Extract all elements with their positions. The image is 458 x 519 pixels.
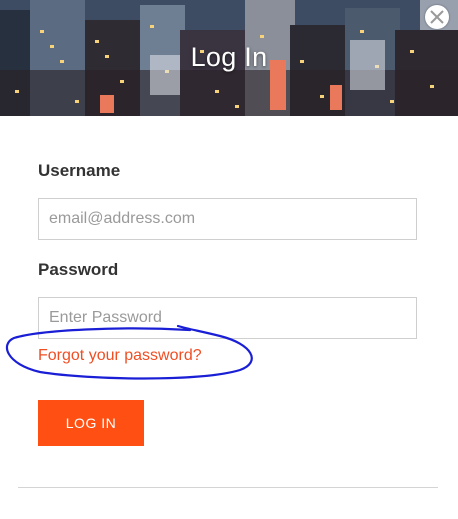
forgot-password-link[interactable]: Forgot your password? [38, 347, 202, 365]
close-icon [430, 10, 444, 24]
password-input[interactable] [38, 297, 417, 339]
username-input[interactable] [38, 198, 417, 240]
modal-title: Log In [190, 42, 268, 72]
footer-divider [18, 487, 438, 488]
password-label: Password [38, 260, 119, 279]
login-button[interactable]: LOG IN [38, 400, 144, 446]
header-banner: Log In [0, 0, 458, 116]
close-button[interactable] [425, 5, 449, 29]
username-label: Username [38, 161, 121, 180]
